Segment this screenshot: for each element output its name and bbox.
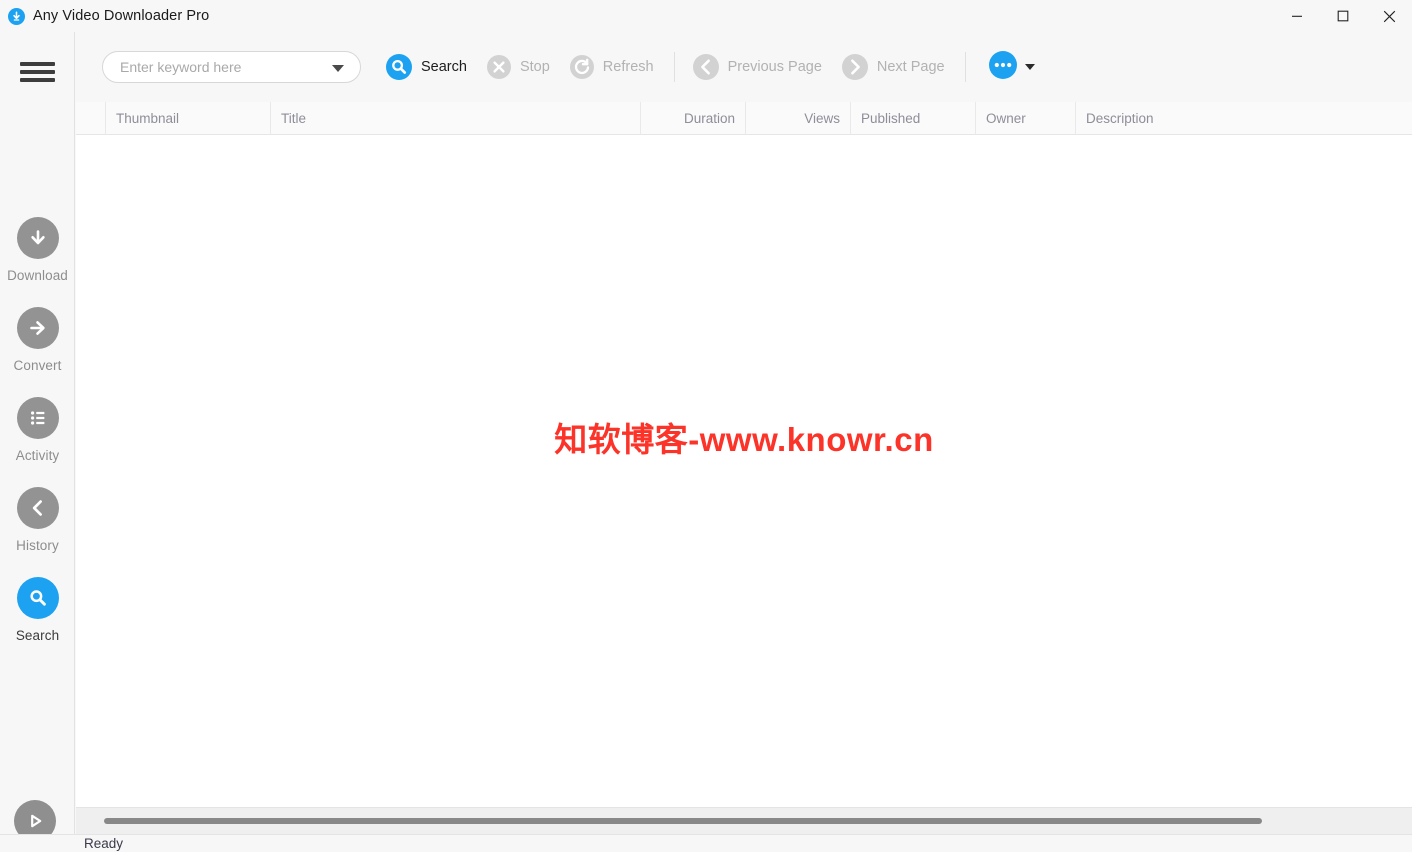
refresh-button-label: Refresh <box>602 59 654 75</box>
results-list: Thumbnail Title Duration Views Published… <box>76 101 1412 807</box>
list-body: 知软博客-www.knowr.cn <box>76 135 1412 807</box>
chevron-down-icon[interactable] <box>332 65 344 72</box>
sidebar-item-label: Search <box>15 628 60 643</box>
status-bar: Ready <box>0 834 1412 852</box>
previous-page-label: Previous Page <box>727 59 822 75</box>
search-button-label: Search <box>421 59 467 75</box>
next-page-label: Next Page <box>876 59 945 75</box>
toolbar-separator <box>673 52 675 82</box>
arrow-right-icon <box>16 307 59 349</box>
toolbar-separator <box>964 52 966 82</box>
search-button[interactable]: Search <box>383 47 469 87</box>
more-options-button[interactable] <box>988 50 1035 85</box>
sidebar-item-label: Activity <box>15 448 60 463</box>
horizontal-scrollbar-thumb[interactable] <box>104 818 1262 824</box>
close-circle-icon <box>486 54 512 80</box>
sidebar-item-label: Convert <box>13 358 62 373</box>
column-header-views[interactable]: Views <box>745 101 850 135</box>
close-button[interactable] <box>1366 0 1412 32</box>
sidebar-nav: Download Convert Activity History Search <box>0 217 75 667</box>
hamburger-bar <box>20 70 55 74</box>
hamburger-bar <box>20 62 55 66</box>
search-icon <box>16 577 59 619</box>
close-icon <box>1383 10 1395 22</box>
search-icon <box>385 53 413 81</box>
refresh-button[interactable]: Refresh <box>567 47 656 87</box>
maximize-button[interactable] <box>1320 0 1366 32</box>
sidebar-item-label: Download <box>7 268 68 283</box>
sidebar: Download Convert Activity History Search <box>0 32 75 852</box>
search-input[interactable] <box>120 59 320 75</box>
window-title: Any Video Downloader Pro <box>33 8 210 24</box>
sidebar-item-search[interactable]: Search <box>0 577 75 667</box>
hamburger-menu-icon[interactable] <box>20 58 55 86</box>
maximize-icon <box>1337 10 1349 22</box>
sidebar-item-label: History <box>16 538 59 553</box>
application-window: Any Video Downloader Pro Download Conver… <box>0 0 1412 852</box>
next-page-button[interactable]: Next Page <box>839 47 947 87</box>
ellipsis-icon <box>988 50 1018 85</box>
column-header-thumbnail[interactable]: Thumbnail <box>105 101 270 135</box>
chevron-right-icon <box>841 53 869 81</box>
window-controls <box>1274 0 1412 32</box>
stop-button[interactable]: Stop <box>484 47 552 87</box>
refresh-icon <box>569 54 595 80</box>
column-header-spacer <box>76 102 105 135</box>
chevron-left-icon <box>692 53 720 81</box>
arrow-down-icon <box>16 217 59 259</box>
watermark-text: 知软博客-www.knowr.cn <box>554 421 934 458</box>
list-icon <box>16 397 59 439</box>
status-text: Ready <box>84 836 124 851</box>
column-header-description[interactable]: Description <box>1075 101 1412 135</box>
search-combobox[interactable] <box>102 51 361 83</box>
title-bar: Any Video Downloader Pro <box>0 0 1412 32</box>
chevron-left-icon <box>16 487 59 529</box>
horizontal-scrollbar[interactable] <box>76 807 1412 834</box>
toolbar: Search Stop Refresh <box>76 32 1412 102</box>
sidebar-item-download[interactable]: Download <box>0 217 75 307</box>
column-header-owner[interactable]: Owner <box>975 101 1075 135</box>
minimize-icon <box>1292 15 1302 17</box>
stop-button-label: Stop <box>519 59 550 75</box>
sidebar-item-activity[interactable]: Activity <box>0 397 75 487</box>
minimize-button[interactable] <box>1274 0 1320 32</box>
hamburger-bar <box>20 78 55 82</box>
download-circle-icon <box>8 7 25 25</box>
column-header-published[interactable]: Published <box>850 101 975 135</box>
sidebar-item-convert[interactable]: Convert <box>0 307 75 397</box>
list-header-row: Thumbnail Title Duration Views Published… <box>76 101 1412 135</box>
previous-page-button[interactable]: Previous Page <box>690 47 824 87</box>
chevron-down-icon[interactable] <box>1024 64 1035 70</box>
column-header-title[interactable]: Title <box>270 101 640 135</box>
column-header-duration[interactable]: Duration <box>640 101 745 135</box>
sidebar-item-history[interactable]: History <box>0 487 75 577</box>
